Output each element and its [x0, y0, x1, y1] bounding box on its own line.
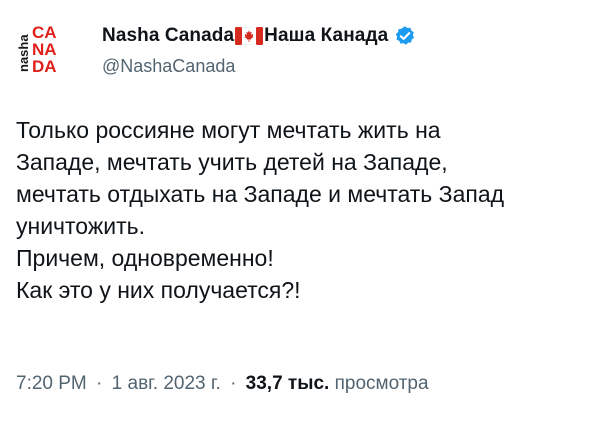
display-name[interactable]: Nasha Canada Наша Канада: [102, 24, 416, 48]
logo-side-text: nasha: [16, 34, 31, 72]
tweet-meta: 7:20 PM · 1 авг. 2023 г. · 33,7 тыс. про…: [16, 373, 429, 395]
tweet-line: Причем, одновременно!: [16, 245, 274, 271]
tweet-line: уничтожить.: [16, 213, 145, 239]
display-name-cyrillic: Наша Канада: [264, 25, 389, 46]
display-name-latin: Nasha Canada: [102, 25, 235, 46]
meta-separator: ·: [230, 373, 237, 394]
tweet-text: Только россияне могут мечтать жить на За…: [16, 114, 596, 306]
nasha-canada-logo: nasha CA NA DA: [16, 23, 57, 76]
tweet-date[interactable]: 1 авг. 2023 г.: [112, 373, 221, 394]
avatar[interactable]: nasha CA NA DA: [14, 18, 74, 78]
views-label: просмотра: [334, 373, 429, 394]
canada-flag-icon: [234, 26, 264, 46]
tweet-line: Как это у них получается?!: [16, 277, 301, 303]
account-handle[interactable]: @NashaCanada: [102, 56, 235, 77]
logo-row-3: DA: [32, 57, 57, 76]
tweet-line: мечтать отдыхать на Западе и мечтать Зап…: [16, 181, 505, 207]
views-count[interactable]: 33,7 тыс.: [246, 373, 330, 394]
tweet: nasha CA NA DA Nasha Canada Наша Канада …: [0, 0, 604, 427]
verified-badge-icon[interactable]: [394, 25, 416, 47]
tweet-time[interactable]: 7:20 PM: [16, 373, 87, 394]
tweet-line: Западе, мечтать учить детей на Западе,: [16, 149, 448, 175]
meta-separator: ·: [96, 373, 103, 394]
tweet-line: Только россияне могут мечтать жить на: [16, 117, 441, 143]
